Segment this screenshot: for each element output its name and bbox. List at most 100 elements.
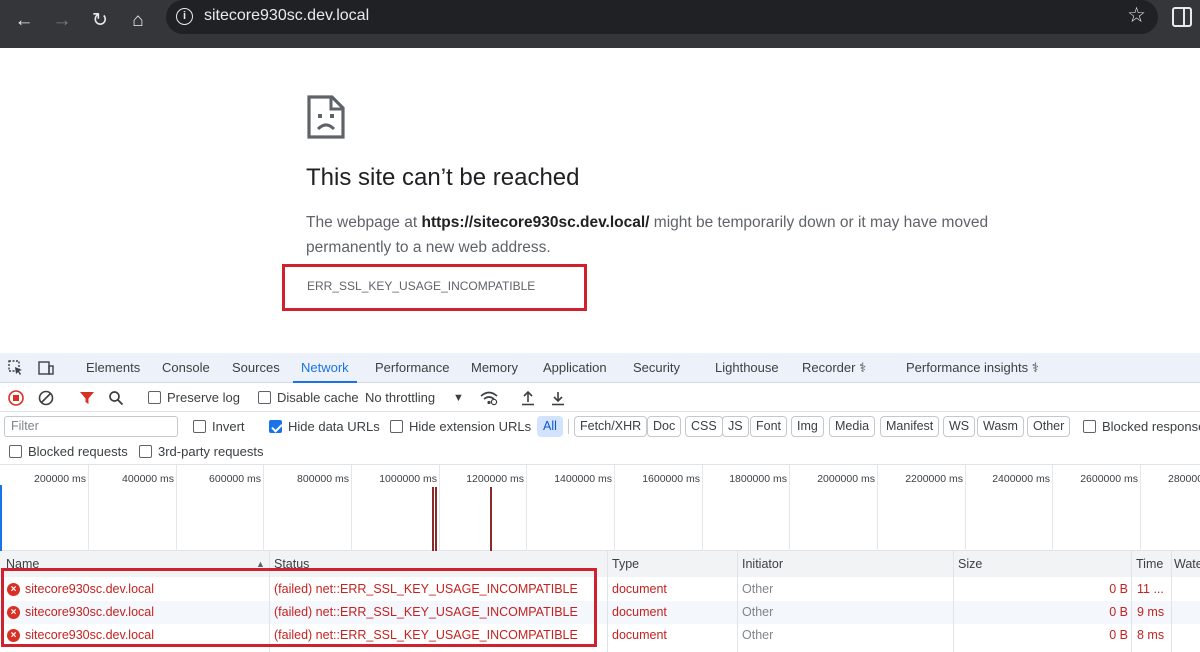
sad-page-icon (307, 95, 345, 139)
request-initiator: Other (742, 628, 774, 642)
tick-label: 280000 (1168, 473, 1200, 485)
tab-performance-insights[interactable]: Performance insights ⚕ (906, 353, 1039, 383)
disable-cache-checkbox[interactable]: Disable cache (258, 384, 359, 412)
hide-data-urls-checkbox[interactable]: Hide data URLs (269, 413, 380, 440)
column-divider[interactable] (953, 551, 954, 652)
tab-sources[interactable]: Sources (232, 353, 280, 383)
export-har-icon[interactable] (550, 390, 566, 406)
filter-input[interactable]: Filter (4, 416, 178, 437)
address-url[interactable]: sitecore930sc.dev.local (204, 7, 369, 25)
tick-label: 1600000 ms (642, 473, 700, 485)
tab-recorder[interactable]: Recorder ⚕ (802, 353, 866, 383)
highlight-box-failed-requests (1, 568, 597, 647)
type-filter-fetch-xhr[interactable]: Fetch/XHR (574, 416, 648, 437)
tab-performance-insights-label: Performance insights (906, 360, 1029, 375)
request-initiator: Other (742, 582, 774, 596)
checkbox-box[interactable] (148, 391, 161, 404)
browser-toolbar: ← → ↻ ⌂ i sitecore930sc.dev.local ☆ (0, 0, 1200, 48)
network-overview-timeline[interactable]: 200000 ms 400000 ms 600000 ms 800000 ms … (0, 464, 1200, 551)
tab-elements[interactable]: Elements (86, 353, 140, 383)
network-conditions-icon[interactable] (480, 390, 498, 406)
address-bar[interactable]: i sitecore930sc.dev.local ☆ (166, 0, 1158, 34)
request-time: 8 ms (1137, 628, 1165, 642)
request-time: 9 ms (1137, 605, 1165, 619)
flask-icon: ⚕ (859, 360, 867, 375)
type-filter-css[interactable]: CSS (685, 416, 723, 437)
blocked-response-checkbox[interactable]: Blocked response (1083, 413, 1200, 440)
forward-icon[interactable]: → (49, 8, 75, 34)
error-description-url: https://sitecore930sc.dev.local/ (421, 214, 650, 231)
preserve-log-checkbox[interactable]: Preserve log (148, 384, 240, 412)
tab-lighthouse[interactable]: Lighthouse (715, 353, 779, 383)
type-filter-manifest[interactable]: Manifest (880, 416, 940, 437)
side-panel-icon[interactable] (1172, 7, 1192, 27)
invert-checkbox[interactable]: Invert (193, 413, 245, 440)
request-time: 11 ... (1137, 582, 1164, 596)
request-size: 0 B (1109, 605, 1128, 619)
back-icon[interactable]: ← (11, 8, 37, 34)
type-filter-all[interactable]: All (537, 416, 563, 437)
type-filter-font[interactable]: Font (750, 416, 788, 437)
column-divider[interactable] (1171, 551, 1172, 652)
tick-label: 600000 ms (209, 473, 261, 485)
type-filter-img[interactable]: Img (791, 416, 824, 437)
type-filter-ws[interactable]: WS (943, 416, 976, 437)
column-header-time[interactable]: Time (1132, 551, 1172, 577)
type-filter-other[interactable]: Other (1027, 416, 1071, 437)
clear-icon[interactable] (38, 390, 54, 406)
tab-performance[interactable]: Performance (375, 353, 449, 383)
checkbox-box[interactable] (193, 420, 206, 433)
column-header-type[interactable]: Type (608, 551, 738, 577)
filter-bar: Filter Invert Hide data URLs Hide extens… (0, 413, 1200, 440)
record-stop-icon[interactable] (8, 390, 24, 406)
blocked-requests-label: Blocked requests (28, 444, 128, 459)
request-bar (490, 487, 492, 551)
checkbox-box[interactable] (390, 420, 403, 433)
checkbox-box[interactable] (269, 420, 282, 433)
type-filter-js[interactable]: JS (722, 416, 749, 437)
throttling-select[interactable]: No throttling (365, 384, 435, 412)
star-icon[interactable]: ☆ (1127, 3, 1146, 28)
error-description: The webpage at https://sitecore930sc.dev… (306, 210, 1026, 260)
hide-data-urls-label: Hide data URLs (288, 419, 380, 434)
tab-memory[interactable]: Memory (471, 353, 518, 383)
tab-security[interactable]: Security (633, 353, 680, 383)
checkbox-box[interactable] (9, 445, 22, 458)
column-header-initiator[interactable]: Initiator (738, 551, 954, 577)
hide-extension-urls-checkbox[interactable]: Hide extension URLs (390, 413, 531, 440)
column-header-waterfall[interactable]: Wate (1172, 551, 1200, 577)
third-party-requests-checkbox[interactable]: 3rd-party requests (139, 440, 264, 464)
checkbox-box[interactable] (258, 391, 271, 404)
chevron-down-icon[interactable]: ▼ (453, 384, 464, 412)
blocked-response-label: Blocked response (1102, 419, 1200, 434)
reload-icon[interactable]: ↻ (87, 8, 113, 34)
tab-network[interactable]: Network (293, 353, 357, 383)
checkbox-box[interactable] (1083, 420, 1096, 433)
tab-console[interactable]: Console (162, 353, 210, 383)
request-bar (432, 487, 434, 551)
hide-extension-urls-label: Hide extension URLs (409, 419, 532, 434)
tick-label: 200000 ms (34, 473, 86, 485)
blocked-requests-checkbox[interactable]: Blocked requests (9, 440, 128, 464)
column-divider[interactable] (1131, 551, 1132, 652)
search-icon[interactable] (108, 390, 124, 406)
type-filter-doc[interactable]: Doc (647, 416, 682, 437)
checkbox-box[interactable] (139, 445, 152, 458)
home-icon[interactable]: ⌂ (125, 8, 151, 34)
request-size: 0 B (1109, 582, 1128, 596)
info-icon[interactable]: i (176, 8, 193, 25)
tick-label: 400000 ms (122, 473, 174, 485)
type-filter-wasm[interactable]: Wasm (977, 416, 1024, 437)
type-filter-media[interactable]: Media (829, 416, 876, 437)
column-header-size[interactable]: Size (954, 551, 1132, 577)
column-divider[interactable] (607, 551, 608, 652)
device-toolbar-icon[interactable] (38, 360, 54, 376)
filter-icon[interactable] (79, 390, 95, 406)
third-party-requests-label: 3rd-party requests (158, 444, 264, 459)
import-har-icon[interactable] (520, 390, 536, 406)
inspect-element-icon[interactable] (8, 360, 24, 376)
tab-application[interactable]: Application (543, 353, 607, 383)
column-divider[interactable] (737, 551, 738, 652)
tick-label: 800000 ms (297, 473, 349, 485)
highlight-box-error-code (282, 264, 587, 311)
